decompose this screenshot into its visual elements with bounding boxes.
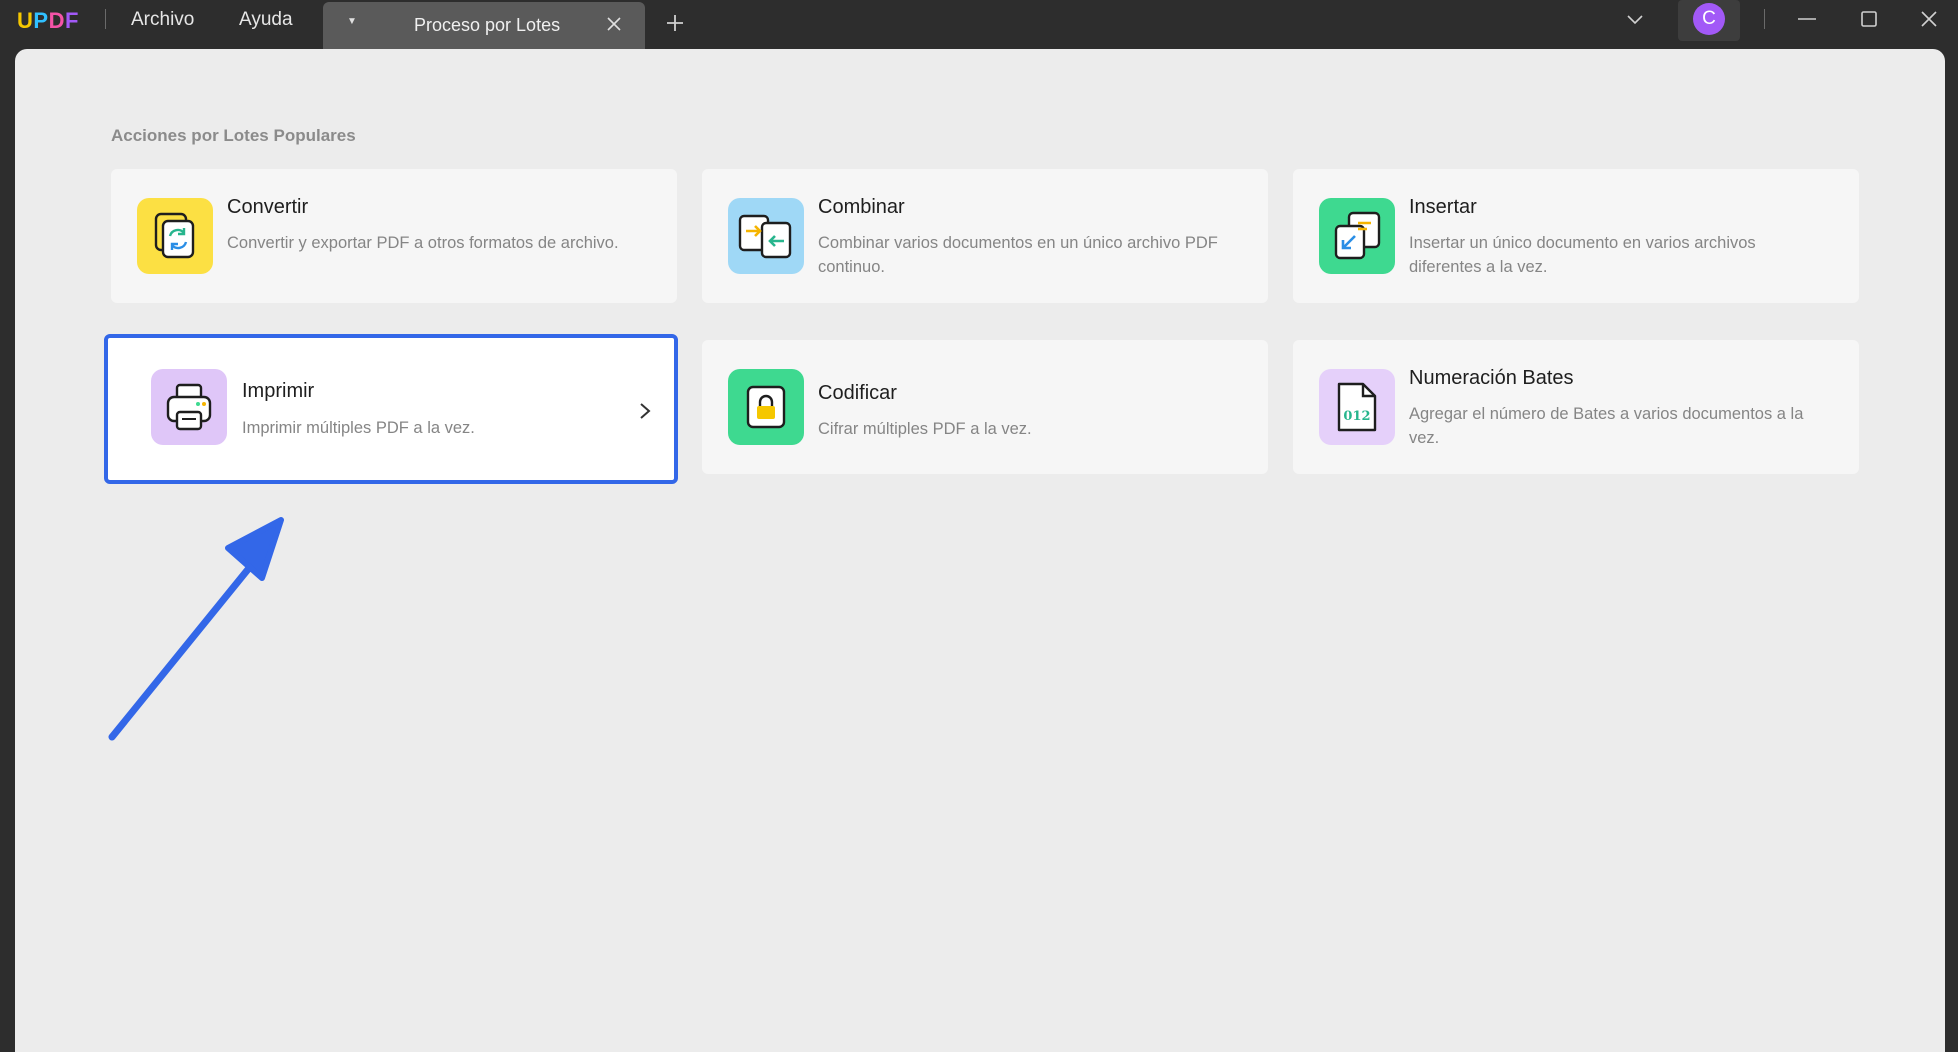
chevron-right-icon[interactable]: [638, 401, 652, 421]
tab-dropdown-icon[interactable]: ▼: [347, 16, 357, 27]
convert-icon: [137, 198, 213, 274]
lock-icon: [728, 369, 804, 445]
card-convertir[interactable]: Convertir Convertir y exportar PDF a otr…: [111, 169, 677, 303]
card-title: Convertir: [227, 196, 309, 218]
card-title: Insertar: [1409, 196, 1477, 218]
card-description: Imprimir múltiples PDF a la vez.: [242, 419, 475, 437]
card-description: Agregar el número de Bates a varios docu…: [1409, 405, 1804, 447]
chevron-down-icon[interactable]: [1624, 8, 1646, 30]
new-tab-icon[interactable]: [664, 12, 686, 34]
tab-proceso-por-lotes[interactable]: ▼ Proceso por Lotes: [323, 2, 645, 49]
window-controls-separator: [1764, 9, 1765, 29]
card-imprimir[interactable]: Imprimir Imprimir múltiples PDF a la vez…: [104, 334, 678, 484]
close-tab-icon[interactable]: [605, 15, 623, 33]
bates-number-icon: 012: [1319, 369, 1395, 445]
title-bar: UPDF Archivo Ayuda ▼ Proceso por Lotes C: [0, 0, 1958, 49]
card-description: Convertir y exportar PDF a otros formato…: [227, 234, 619, 252]
combine-icon: [728, 198, 804, 274]
card-title: Combinar: [818, 196, 905, 218]
logo-letter-d: D: [48, 8, 65, 33]
minimize-icon[interactable]: [1796, 8, 1818, 30]
logo-letter-p: P: [33, 8, 49, 33]
card-description: Cifrar múltiples PDF a la vez.: [818, 420, 1032, 438]
printer-icon: [151, 369, 227, 445]
user-avatar-button[interactable]: C: [1678, 0, 1740, 41]
logo-letter-u: U: [17, 8, 34, 33]
updf-logo[interactable]: UPDF: [17, 8, 79, 34]
close-window-icon[interactable]: [1918, 8, 1940, 30]
menu-archivo[interactable]: Archivo: [131, 9, 194, 31]
card-codificar[interactable]: Codificar Cifrar múltiples PDF a la vez.: [702, 340, 1268, 474]
logo-letter-f: F: [64, 8, 79, 33]
card-insertar[interactable]: Insertar Insertar un único documento en …: [1293, 169, 1859, 303]
card-description: Combinar varios documentos en un único a…: [818, 234, 1218, 276]
card-title: Numeración Bates: [1409, 367, 1574, 389]
insert-icon: [1319, 198, 1395, 274]
card-numeracion-bates[interactable]: 012 Numeración Bates Agregar el número d…: [1293, 340, 1859, 474]
maximize-icon[interactable]: [1858, 8, 1880, 30]
avatar: C: [1693, 3, 1725, 35]
card-title: Imprimir: [242, 380, 315, 402]
menu-separator: [105, 9, 106, 29]
card-description: Insertar un único documento en varios ar…: [1409, 234, 1756, 276]
bates-icon-number: 012: [1343, 409, 1370, 424]
menu-ayuda[interactable]: Ayuda: [239, 9, 293, 31]
tab-title: Proceso por Lotes: [414, 15, 561, 35]
batch-process-panel: Acciones por Lotes Populares Convertir C…: [15, 49, 1945, 1052]
card-title: Codificar: [818, 382, 897, 404]
card-combinar[interactable]: Combinar Combinar varios documentos en u…: [702, 169, 1268, 303]
section-title: Acciones por Lotes Populares: [111, 126, 356, 145]
